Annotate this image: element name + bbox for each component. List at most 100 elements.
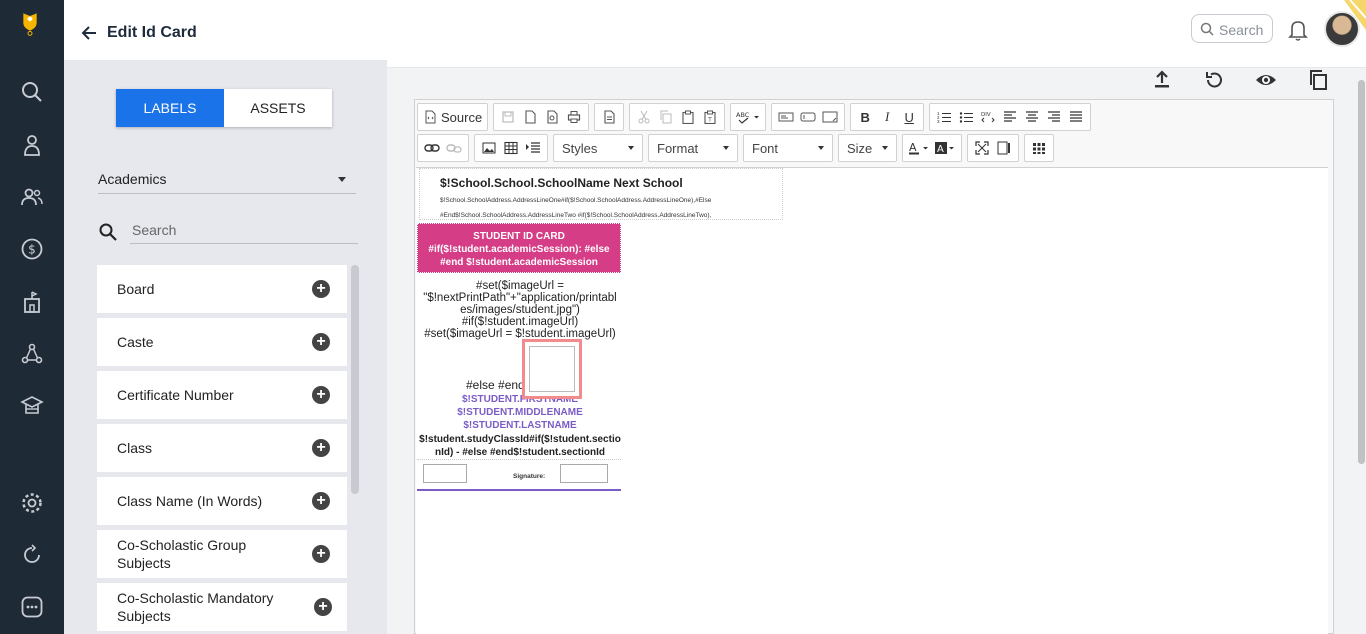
- format-dropdown[interactable]: Format: [648, 134, 738, 162]
- signature-image-placeholder[interactable]: [560, 464, 608, 483]
- panel-tabs: LABELS ASSETS: [116, 89, 332, 127]
- list-item-label: Caste: [117, 334, 154, 350]
- table-icon[interactable]: [500, 137, 522, 159]
- labels-search-input[interactable]: Search: [130, 216, 358, 244]
- font-dropdown[interactable]: Font: [743, 134, 833, 162]
- editor-content[interactable]: $!School.School.SchoolName Next School $…: [416, 167, 1328, 634]
- cut-icon[interactable]: [633, 106, 655, 128]
- reset-undo-icon[interactable]: [1203, 69, 1225, 91]
- form-icon[interactable]: [775, 106, 797, 128]
- textarea-icon[interactable]: [819, 106, 841, 128]
- address-line-1: $!School.SchoolAddress.AddressLineOne#if…: [440, 197, 712, 204]
- grid-icon[interactable]: [1028, 137, 1050, 159]
- bold-icon[interactable]: B: [854, 106, 876, 128]
- paste-text-icon[interactable]: T: [699, 106, 721, 128]
- list-item-label: Certificate Number: [117, 387, 234, 403]
- copy-icon[interactable]: [1307, 69, 1329, 91]
- bulleted-list-icon[interactable]: [955, 106, 977, 128]
- print-icon[interactable]: [563, 106, 585, 128]
- add-circle-icon[interactable]: +: [312, 280, 330, 298]
- align-justify-icon[interactable]: [1065, 106, 1087, 128]
- page-scrollbar-thumb[interactable]: [1358, 80, 1365, 464]
- student-firstname: $!STUDENT.FIRSTNAME: [461, 394, 579, 405]
- underline-icon[interactable]: U: [898, 106, 920, 128]
- format-label: Format: [657, 140, 699, 156]
- upload-icon[interactable]: [1151, 69, 1173, 91]
- show-blocks-icon[interactable]: [993, 137, 1015, 159]
- category-dropdown[interactable]: Academics: [98, 164, 356, 194]
- chat-more-icon[interactable]: [20, 595, 44, 619]
- templates-icon[interactable]: [598, 106, 620, 128]
- spellcheck-icon[interactable]: ABC: [734, 106, 762, 128]
- add-circle-icon[interactable]: +: [314, 598, 332, 616]
- school-header-block[interactable]: $!School.School.SchoolName Next School $…: [419, 168, 783, 220]
- image-icon[interactable]: [478, 137, 500, 159]
- list-item[interactable]: Caste +: [97, 318, 347, 366]
- add-circle-icon[interactable]: +: [312, 439, 330, 457]
- toolbar-group-file: [493, 103, 590, 131]
- users-icon[interactable]: [20, 185, 44, 209]
- header-search-input[interactable]: Search: [1191, 14, 1273, 43]
- app-logo-icon[interactable]: [18, 12, 46, 48]
- template-code-block[interactable]: #set($imageUrl = "$!nextPrintPath"+"appl…: [417, 280, 623, 340]
- source-label: Source: [441, 109, 483, 125]
- graduation-icon[interactable]: [20, 393, 44, 417]
- chevron-down-icon: [882, 146, 888, 150]
- maximize-icon[interactable]: [971, 137, 993, 159]
- add-circle-icon[interactable]: +: [312, 386, 330, 404]
- paste-icon[interactable]: [677, 106, 699, 128]
- list-item[interactable]: Co-Scholastic Group Subjects +: [97, 530, 347, 578]
- code-line: #if($!student.imageUrl): [461, 316, 579, 328]
- search-icon: [1200, 22, 1214, 36]
- logo-image-placeholder[interactable]: [423, 464, 467, 483]
- labels-search-placeholder: Search: [132, 222, 177, 238]
- copy-format-icon[interactable]: [655, 106, 677, 128]
- list-item[interactable]: Board +: [97, 265, 347, 313]
- background-color-icon[interactable]: A: [932, 137, 958, 159]
- notification-bell-icon[interactable]: [1287, 18, 1309, 42]
- network-icon[interactable]: [20, 342, 44, 366]
- new-page-icon[interactable]: [519, 106, 541, 128]
- add-circle-icon[interactable]: +: [312, 492, 330, 510]
- textfield-icon[interactable]: [797, 106, 819, 128]
- italic-icon[interactable]: I: [876, 106, 898, 128]
- align-right-icon[interactable]: [1043, 106, 1065, 128]
- numbered-list-icon[interactable]: 123: [933, 106, 955, 128]
- unlink-icon[interactable]: [443, 137, 465, 159]
- align-center-icon[interactable]: [1021, 106, 1043, 128]
- fees-dollar-icon[interactable]: $: [20, 237, 44, 261]
- page-scrollbar[interactable]: [1357, 68, 1366, 634]
- source-icon: [425, 110, 436, 124]
- align-left-icon[interactable]: [999, 106, 1021, 128]
- back-arrow-icon[interactable]: [80, 24, 98, 42]
- tab-labels[interactable]: LABELS: [116, 89, 224, 127]
- search-icon[interactable]: [20, 80, 44, 104]
- settings-gear-icon[interactable]: [20, 491, 44, 515]
- text-color-icon[interactable]: A: [906, 137, 932, 159]
- add-circle-icon[interactable]: +: [312, 545, 330, 563]
- list-item[interactable]: Certificate Number +: [97, 371, 347, 419]
- class-line-1: $!student.studyClassId#if($!student.sect…: [419, 434, 621, 445]
- create-div-icon[interactable]: DIV: [977, 106, 999, 128]
- student-photo-image[interactable]: [522, 339, 582, 399]
- list-item[interactable]: Co-Scholastic Mandatory Subjects +: [97, 583, 347, 631]
- tab-assets[interactable]: ASSETS: [224, 89, 332, 127]
- id-card-banner[interactable]: STUDENT ID CARD #if($!student.academicSe…: [417, 223, 621, 273]
- list-item[interactable]: Class Name (In Words) +: [97, 477, 347, 525]
- add-circle-icon[interactable]: +: [312, 333, 330, 351]
- link-icon[interactable]: [421, 137, 443, 159]
- source-button[interactable]: Source: [421, 106, 484, 128]
- student-icon[interactable]: [20, 133, 44, 157]
- search-placeholder: Search: [1219, 22, 1264, 38]
- list-item[interactable]: Class +: [97, 424, 347, 472]
- signature-row[interactable]: Signature:: [417, 459, 621, 491]
- refresh-icon[interactable]: [20, 543, 44, 567]
- labels-list-scrollbar[interactable]: [351, 265, 359, 494]
- indent-icon[interactable]: [522, 137, 544, 159]
- preview-icon[interactable]: [541, 106, 563, 128]
- size-dropdown[interactable]: Size: [838, 134, 897, 162]
- school-building-icon[interactable]: [20, 290, 44, 314]
- styles-dropdown[interactable]: Styles: [553, 134, 643, 162]
- preview-eye-icon[interactable]: [1255, 69, 1277, 91]
- save-icon[interactable]: [497, 106, 519, 128]
